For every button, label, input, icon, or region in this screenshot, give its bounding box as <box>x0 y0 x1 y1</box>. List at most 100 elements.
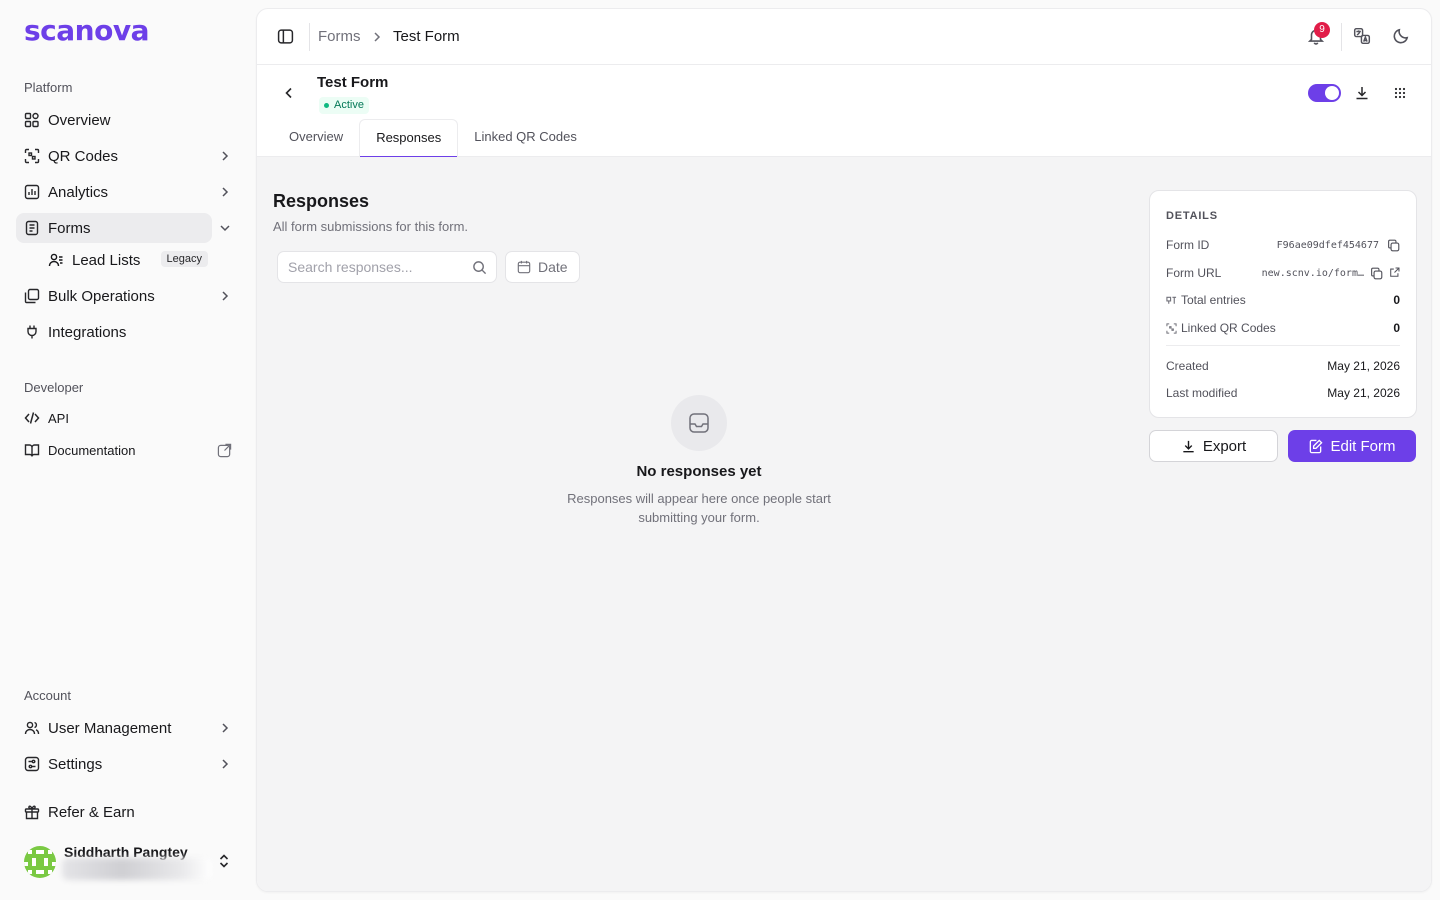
responses-title: Responses <box>273 191 370 211</box>
form-url-row: Form URL new.scnv.io/form… <box>1166 264 1400 282</box>
sidebar-item-label: QR Codes <box>48 147 119 165</box>
redacted-email <box>62 858 212 880</box>
gift-icon <box>24 805 40 820</box>
entries-icon <box>1166 296 1177 304</box>
total-entries-label: Total entries <box>1181 293 1246 307</box>
sidebar-item-analytics[interactable]: Analytics <box>16 177 240 207</box>
sidebar-item-api[interactable]: API <box>16 403 240 433</box>
translate-icon[interactable] <box>1353 27 1371 45</box>
responses-subtitle: All form submissions for this form. <box>273 219 469 234</box>
inbox-icon <box>689 413 709 433</box>
chevron-right-icon <box>222 291 229 301</box>
chevron-down-icon[interactable] <box>218 221 232 235</box>
plug-icon <box>27 325 37 339</box>
tab-linked-qr-codes[interactable]: Linked QR Codes <box>458 119 593 157</box>
download-icon[interactable] <box>1354 85 1370 101</box>
tab-responses[interactable]: Responses <box>359 119 459 158</box>
sidebar-item-qr-codes[interactable]: QR Codes <box>16 141 240 171</box>
sidebar-item-label: Integrations <box>48 323 127 341</box>
breadcrumb-current: Test Form <box>393 28 460 45</box>
chevron-right-icon <box>222 723 229 733</box>
date-filter-button[interactable]: Date <box>505 251 580 283</box>
copy-icon[interactable] <box>1387 239 1400 252</box>
breadcrumb-forms[interactable]: Forms <box>318 28 361 45</box>
sidebar-item-overview[interactable]: Overview <box>16 105 240 135</box>
form-url-value[interactable]: new.scnv.io/form… <box>1262 268 1364 279</box>
sidebar-item-bulk-operations[interactable]: Bulk Operations <box>16 281 240 311</box>
linked-qr-value: 0 <box>1393 321 1400 335</box>
empty-state-description: Responses will appear here once people s… <box>567 491 831 525</box>
avatar <box>24 846 56 878</box>
details-heading: DETAILS <box>1166 210 1218 222</box>
linked-qr-row: Linked QR Codes 0 <box>1166 319 1400 337</box>
users-icon <box>24 721 40 735</box>
sidebar-item-label: Analytics <box>48 183 109 201</box>
external-link-icon[interactable] <box>1389 267 1400 278</box>
form-header: Test Form Active Overview Responses Link… <box>257 65 1431 158</box>
divider <box>309 23 310 51</box>
calendar-icon <box>517 260 531 274</box>
sidebar-item-integrations[interactable]: Integrations <box>16 317 240 347</box>
platform-section-label: Platform <box>24 80 73 95</box>
chevrons-up-down-icon <box>219 854 229 868</box>
grid-menu-icon[interactable] <box>1392 85 1408 101</box>
dashboard-icon <box>24 112 39 128</box>
form-icon <box>25 220 39 236</box>
modified-value: May 21, 2026 <box>1327 386 1400 400</box>
created-row: Created May 21, 2026 <box>1166 357 1400 375</box>
moon-icon[interactable] <box>1392 27 1410 45</box>
form-id-label: Form ID <box>1166 238 1210 252</box>
modified-row: Last modified May 21, 2026 <box>1166 384 1400 402</box>
back-arrow-icon[interactable] <box>281 85 297 101</box>
book-icon <box>24 444 40 457</box>
search-box <box>277 251 497 283</box>
scanova-logo[interactable]: scanova <box>24 16 149 46</box>
sidebar-toggle-icon[interactable] <box>277 28 294 45</box>
tab-overview[interactable]: Overview <box>273 119 359 157</box>
sidebar-item-label: User Management <box>48 719 172 737</box>
chevron-right-icon <box>374 32 381 42</box>
date-filter-label: Date <box>538 259 568 275</box>
sidebar-item-label: Overview <box>48 111 111 129</box>
bar-chart-icon <box>24 184 40 200</box>
user-menu[interactable]: Siddharth Pangtey <box>24 842 240 882</box>
download-icon <box>1183 440 1194 452</box>
notification-count-badge: 9 <box>1314 22 1330 38</box>
user-list-icon <box>48 253 63 267</box>
sidebar-item-label: Documentation <box>48 442 136 458</box>
sidebar-item-lead-lists[interactable]: Lead Lists Legacy <box>44 247 212 273</box>
sidebar-item-refer-earn[interactable]: Refer & Earn <box>16 797 240 827</box>
divider <box>1166 345 1400 346</box>
empty-state-title: No responses yet <box>636 463 762 480</box>
export-label: Export <box>1202 437 1247 455</box>
developer-section-label: Developer <box>24 380 84 395</box>
responses-content: Responses All form submissions for this … <box>257 157 1431 891</box>
sidebar-item-label: Settings <box>48 755 103 773</box>
divider <box>1341 23 1342 51</box>
status-badge: Active <box>319 97 369 114</box>
sidebar-item-documentation[interactable]: Documentation <box>16 435 240 465</box>
sidebar: scanova Platform Overview QR Codes Analy… <box>0 0 248 900</box>
total-entries-row: Total entries 0 <box>1166 291 1400 309</box>
sidebar-item-forms[interactable]: Forms <box>16 213 212 243</box>
total-entries-value: 0 <box>1393 293 1400 307</box>
edit-form-button[interactable]: Edit Form <box>1288 430 1416 462</box>
sidebar-item-label: Lead Lists <box>72 251 141 269</box>
created-value: May 21, 2026 <box>1327 359 1400 373</box>
form-title: Test Form <box>317 74 389 91</box>
qr-scan-icon <box>1166 322 1177 334</box>
sidebar-item-user-management[interactable]: User Management <box>16 713 240 743</box>
chevron-right-icon <box>222 151 229 161</box>
empty-state-icon-wrap <box>671 395 727 451</box>
search-input[interactable] <box>278 252 458 282</box>
linked-qr-label: Linked QR Codes <box>1181 321 1276 335</box>
export-button[interactable]: Export <box>1149 430 1278 462</box>
copy-icon[interactable] <box>1370 267 1383 280</box>
modified-label: Last modified <box>1166 386 1238 400</box>
details-card: DETAILS Form ID F96ae09dfef454677 Form U… <box>1149 190 1417 418</box>
search-icon <box>473 261 487 275</box>
topbar: Forms Test Form 9 <box>257 9 1431 65</box>
account-section-label: Account <box>24 688 71 703</box>
form-active-toggle[interactable] <box>1308 84 1341 102</box>
sidebar-item-settings[interactable]: Settings <box>16 749 240 779</box>
